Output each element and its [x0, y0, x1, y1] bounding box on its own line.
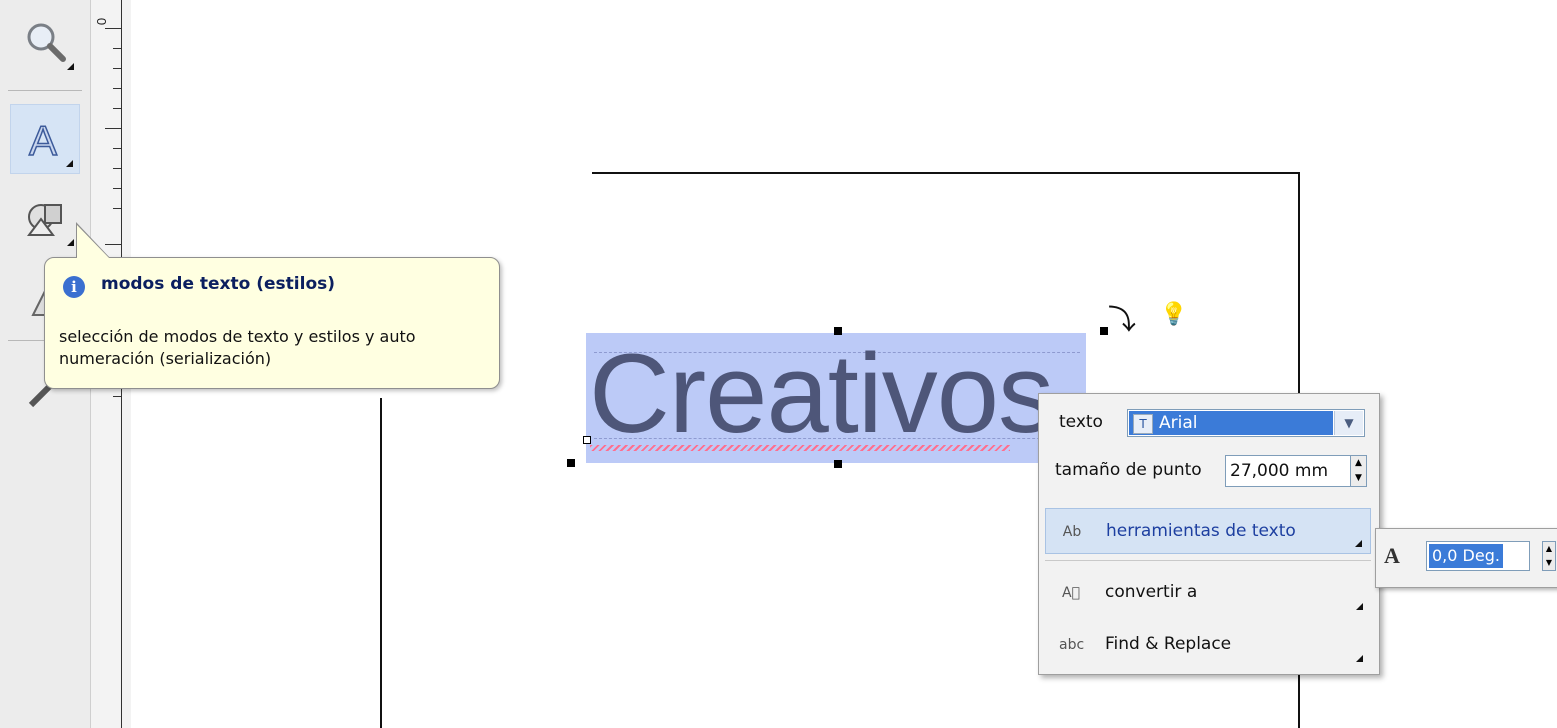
text-tools-flyout: A 0,0 Deg. ▲ ▼ [1375, 528, 1557, 588]
lightbulb-icon[interactable]: 💡 [1160, 302, 1187, 327]
truetype-font-icon: T [1133, 414, 1153, 434]
font-label: texto [1059, 412, 1103, 432]
submenu-arrow-icon [1355, 540, 1362, 547]
canvas-text-object[interactable]: Creativos [589, 335, 1054, 453]
tooltip-title: modos de texto (estilos) [101, 274, 336, 294]
point-size-spinner[interactable]: ▲ ▼ [1351, 455, 1367, 487]
selection-handle-bottom[interactable] [834, 460, 842, 468]
flyout-indicator [66, 160, 73, 167]
spin-up-icon[interactable]: ▲ [1351, 456, 1366, 471]
tooltip: i modos de texto (estilos) selección de … [44, 257, 500, 389]
shapes-tool-button[interactable] [10, 182, 80, 252]
menu-item-find-replace[interactable]: abc Find & Replace [1045, 622, 1371, 668]
menu-item-text-tools[interactable]: Ab herramientas de texto [1045, 508, 1371, 554]
point-size-input[interactable]: 27,000 mm [1225, 455, 1351, 487]
selection-handle-bottom-left[interactable] [567, 459, 575, 467]
text-tool-button[interactable]: A [10, 104, 80, 174]
spin-up-icon[interactable]: ▲ [1543, 542, 1555, 556]
rotate-icon[interactable]: ⤵ [1108, 298, 1136, 338]
angle-input[interactable]: 0,0 Deg. [1426, 541, 1530, 571]
page-border-left [380, 398, 382, 728]
tooltip-body: selección de modos de texto y estilos y … [59, 327, 416, 368]
selection-handle-top[interactable] [834, 327, 842, 335]
submenu-arrow-icon [1356, 603, 1363, 610]
svg-text:A: A [29, 117, 57, 161]
flyout-indicator [67, 63, 74, 70]
flyout-indicator [67, 239, 74, 246]
magnifier-icon [27, 23, 66, 62]
text-a-icon: A [28, 117, 58, 161]
spellcheck-underline [590, 445, 1010, 451]
spin-down-icon[interactable]: ▼ [1543, 556, 1555, 570]
menu-item-convert-to[interactable]: A⃞ convertir a [1045, 570, 1371, 616]
text-baseline-node[interactable] [583, 436, 591, 444]
find-replace-icon: abc [1059, 637, 1085, 653]
angle-spinner[interactable]: ▲ ▼ [1542, 541, 1556, 571]
convert-icon: A⃞ [1062, 585, 1080, 601]
info-icon: i [63, 276, 85, 298]
font-value: Arial [1159, 413, 1198, 433]
text-context-panel: texto T Arial ▼ tamaño de punto 27,000 mm… [1038, 393, 1380, 675]
angle-value: 0,0 Deg. [1429, 544, 1503, 568]
chevron-down-icon[interactable]: ▼ [1334, 411, 1363, 435]
selection-handle-top-right[interactable] [1100, 327, 1108, 335]
zoom-tool-button[interactable] [10, 6, 80, 76]
spin-down-icon[interactable]: ▼ [1351, 471, 1366, 486]
shapes-icon [27, 204, 62, 236]
text-tools-icon: Ab [1062, 524, 1082, 540]
rotate-character-icon: A [1384, 543, 1400, 568]
size-label: tamaño de punto [1055, 460, 1202, 480]
submenu-arrow-icon [1356, 655, 1363, 662]
page-border-top [592, 172, 1300, 174]
ruler-zero-label: 0 [94, 17, 110, 26]
font-dropdown[interactable]: T Arial ▼ [1127, 409, 1365, 437]
